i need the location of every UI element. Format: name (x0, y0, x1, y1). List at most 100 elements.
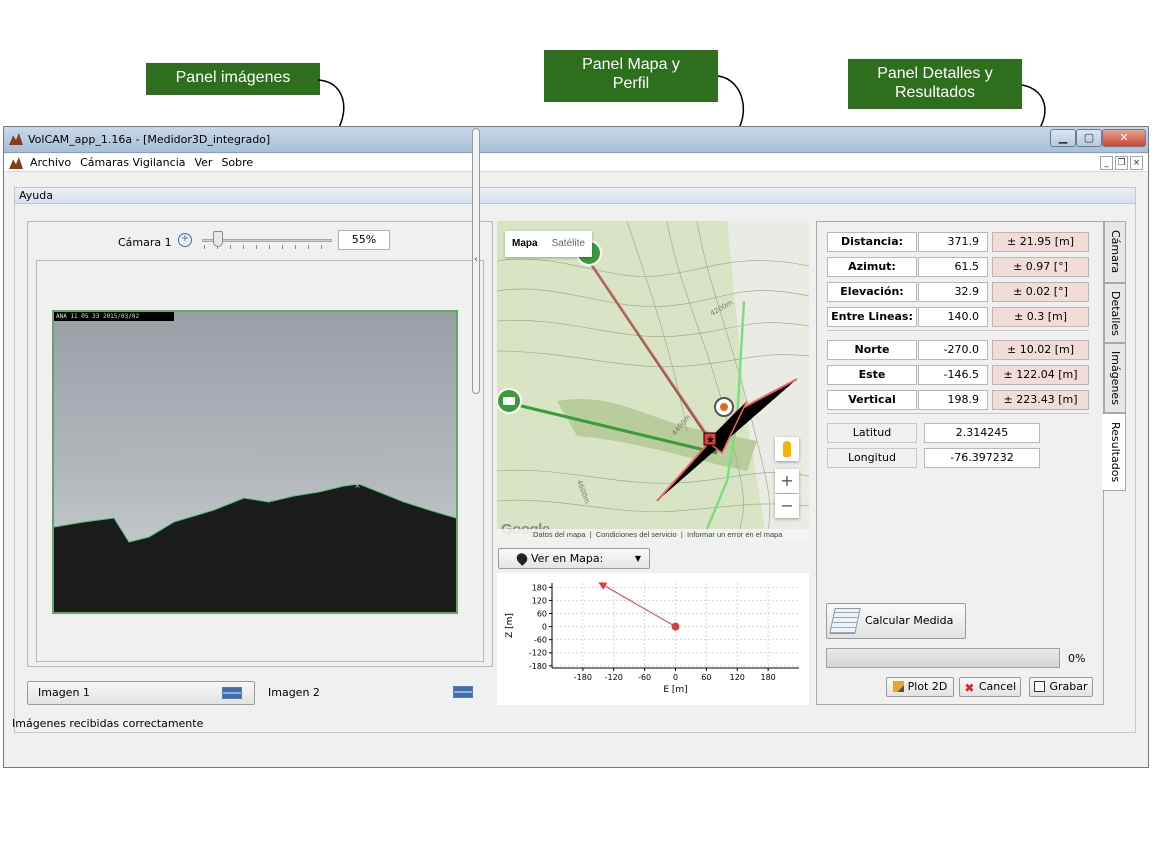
svg-text:★: ★ (706, 435, 715, 446)
zoom-in-icon: + (178, 233, 192, 247)
window-title: VolCAM_app_1.16a - [Medidor3D_integrado] (28, 133, 271, 146)
x-tick-label: -120 (605, 673, 623, 682)
cancel-button[interactable]: ✖ Cancel (959, 677, 1021, 697)
x-tick-label: 60 (701, 673, 711, 682)
result-value-field[interactable]: 140.0 (918, 307, 988, 327)
minimize-button[interactable]: ▁ (1050, 129, 1076, 147)
x-tick-label: -180 (574, 673, 592, 682)
result-error-field: ± 0.97 [°] (992, 257, 1089, 277)
result-label: Azimut: (827, 257, 917, 277)
y-tick-label: -180 (529, 662, 547, 671)
y-tick-label: -60 (534, 636, 547, 645)
x-tick-label: -60 (638, 673, 651, 682)
latitude-label: Latitud (827, 423, 917, 443)
terrain-map: 4200m 4400m 4600m ★ (497, 221, 809, 541)
map-view[interactable]: 4200m 4400m 4600m ★ Mapa Satélite + − Go… (497, 221, 809, 541)
splitter-arrow-icon[interactable]: ‹ (474, 254, 478, 265)
tab-imagenes[interactable]: Imágenes (1104, 343, 1126, 413)
menu-archivo[interactable]: Archivo (30, 156, 71, 169)
result-error-field: ± 122.04 [m] (992, 365, 1089, 385)
image-1-tab[interactable]: Imagen 1 (27, 681, 255, 705)
result-error-field: ± 10.02 [m] (992, 340, 1089, 360)
volcano-silhouette: + × (54, 481, 456, 612)
result-value-field[interactable]: 32.9 (918, 282, 988, 302)
profile-plot[interactable]: -180 -120 -60 0 60 120 180 180 120 60 0 -60 -120 -180… (497, 573, 809, 705)
separator (827, 330, 1089, 331)
result-error-field: ± 223.43 [m] (992, 390, 1089, 410)
help-bar[interactable]: Ayuda (15, 188, 1135, 204)
result-error-field: ± 0.3 [m] (992, 307, 1089, 327)
image-1-thumbnail-icon (222, 687, 242, 699)
ver-en-mapa-dropdown[interactable]: Ver en Mapa: ▼ (498, 548, 650, 569)
map-report-link[interactable]: Informar un error en el mapa (687, 530, 782, 539)
tab-resultados[interactable]: Resultados (1102, 413, 1126, 491)
menu-sobre[interactable]: Sobre (221, 156, 253, 169)
map-pin-icon (514, 551, 530, 566)
result-label: Entre Lineas: (827, 307, 917, 327)
separator (827, 413, 1089, 414)
tab-camara[interactable]: Cámara (1104, 221, 1126, 283)
x-tick-label: 180 (760, 673, 775, 682)
zoom-percentage-field[interactable]: 55% (338, 230, 390, 250)
result-error-field: ± 0.02 [°] (992, 282, 1089, 302)
map-zoom-in-button[interactable]: + (775, 469, 799, 493)
result-label: Elevación: (827, 282, 917, 302)
cancel-x-icon: ✖ (964, 681, 975, 695)
profile-plot-svg: -180 -120 -60 0 60 120 180 180 120 60 0 -60 -120 -180… (505, 582, 799, 695)
image-1-label: Imagen 1 (38, 686, 90, 699)
result-value-field[interactable]: 371.9 (918, 232, 988, 252)
map-data-link[interactable]: Datos del mapa (533, 530, 586, 539)
profile-vector-arrow (598, 582, 676, 628)
progress-percentage: 0% (1068, 652, 1086, 665)
result-label: Norte (827, 340, 917, 360)
progress-bar (826, 648, 1060, 668)
mdi-close-button[interactable]: × (1130, 156, 1143, 170)
result-value-field[interactable]: -270.0 (918, 340, 988, 360)
app-logo-icon (9, 157, 23, 169)
y-tick-label: 60 (537, 610, 547, 619)
svg-text:+: + (268, 499, 275, 508)
mdi-restore-button[interactable]: ❐ (1115, 156, 1128, 170)
cancel-label: Cancel (978, 680, 1017, 693)
camera-label: Cámara 1 (118, 236, 172, 249)
maximize-button[interactable]: ▢ (1076, 129, 1102, 147)
status-message: Imágenes recibidas correctamente (12, 717, 204, 730)
map-terms-link[interactable]: Condiciones del servicio (596, 530, 677, 539)
profile-point (671, 622, 680, 631)
image-viewport: ANA 11 05 33 2015/03/02 + × (36, 260, 484, 662)
y-tick-label: -120 (529, 649, 547, 658)
zoom-slider-handle[interactable] (212, 231, 223, 247)
result-value-field[interactable]: 198.9 (918, 390, 988, 410)
chevron-down-icon: ▼ (634, 554, 641, 563)
3d-grid-icon (829, 608, 861, 634)
save-button[interactable]: Grabar (1029, 677, 1093, 697)
menu-camaras[interactable]: Cámaras Vigilancia (80, 156, 185, 169)
mdi-minimize-button[interactable]: _ (1100, 156, 1113, 170)
x-tick-label: 120 (730, 673, 745, 682)
image-2-thumbnail-icon[interactable] (453, 686, 473, 698)
plot-2d-button[interactable]: Plot 2D (886, 677, 954, 697)
map-type-control: Mapa Satélite (505, 231, 592, 257)
close-button[interactable]: ✕ (1102, 129, 1146, 147)
calculate-3d-button[interactable]: Calcular Medida 3D (826, 603, 966, 661)
result-label: Vertical (827, 390, 917, 410)
result-value-field[interactable]: 61.5 (918, 257, 988, 277)
longitude-field[interactable]: -76.397232 (924, 448, 1040, 468)
camera-photo[interactable]: ANA 11 05 33 2015/03/02 + × (52, 310, 458, 614)
latitude-field[interactable]: 2.314245 (924, 423, 1040, 443)
result-value-field[interactable]: -146.5 (918, 365, 988, 385)
street-view-pegman-icon[interactable] (775, 437, 799, 461)
map-type-satellite-button[interactable]: Satélite (545, 231, 592, 257)
zoom-slider-ticks (204, 245, 332, 249)
svg-text:×: × (354, 481, 361, 490)
tab-detalles[interactable]: Detalles (1104, 283, 1126, 343)
x-axis-label: E [m] (663, 685, 687, 695)
map-type-map-button[interactable]: Mapa (505, 231, 545, 257)
app-logo-icon (9, 133, 23, 145)
map-zoom-out-button[interactable]: − (775, 494, 799, 518)
menu-ver[interactable]: Ver (194, 156, 212, 169)
pencil-icon (892, 681, 904, 692)
longitude-label: Longitud (827, 448, 917, 468)
image-2-label[interactable]: Imagen 2 (268, 686, 320, 699)
x-tick-label: 0 (673, 673, 678, 682)
